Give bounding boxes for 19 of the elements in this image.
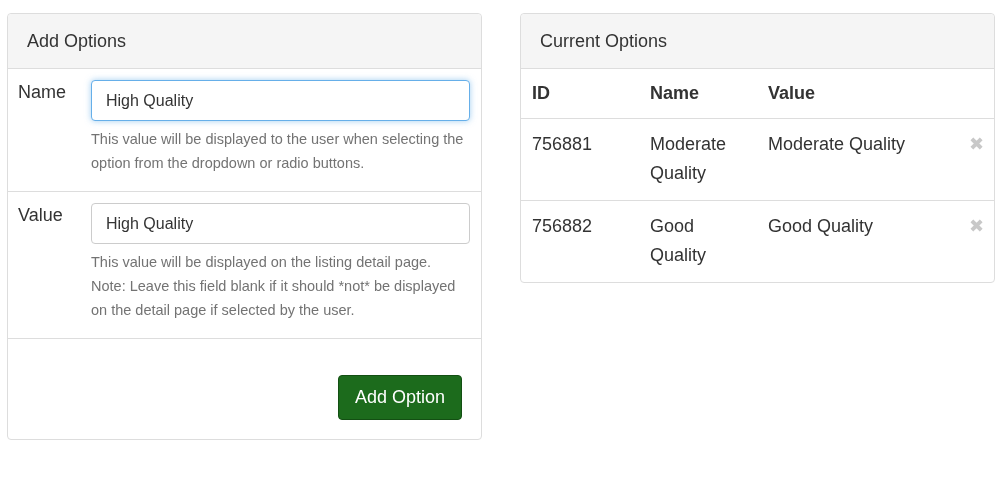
help-text: Note: Leave this field blank if it should *not* be displayed on the detail page if selected by the user.: [91, 277, 457, 320]
field-label: Value: [18, 204, 64, 227]
table-cell: 756881: [532, 134, 593, 154]
input-field[interactable]: High Quality: [91, 203, 470, 244]
help-text: This value will be displayed on the listing detail page.: [91, 253, 433, 272]
panel-title: Add Options: [27, 30, 127, 52]
field-label: Name: [18, 81, 67, 104]
column-header: Name: [639, 69, 757, 119]
table-cell: 756882: [532, 216, 593, 236]
table-cell: Moderate Quality: [650, 134, 727, 183]
table-cell: Good Quality: [768, 216, 874, 236]
add-option-button[interactable]: Add Option: [337, 375, 462, 420]
input-field[interactable]: High Quality: [91, 80, 470, 121]
column-header: Value: [757, 69, 919, 119]
help-text: This value will be displayed to the user when selecting the option from the dropdown or radio buttons.: [91, 130, 465, 173]
column-header: ID: [521, 69, 639, 119]
table-cell: Moderate Quality: [768, 134, 906, 154]
panel-title: Current Options: [540, 30, 668, 52]
table-cell: Good Quality: [650, 216, 707, 265]
